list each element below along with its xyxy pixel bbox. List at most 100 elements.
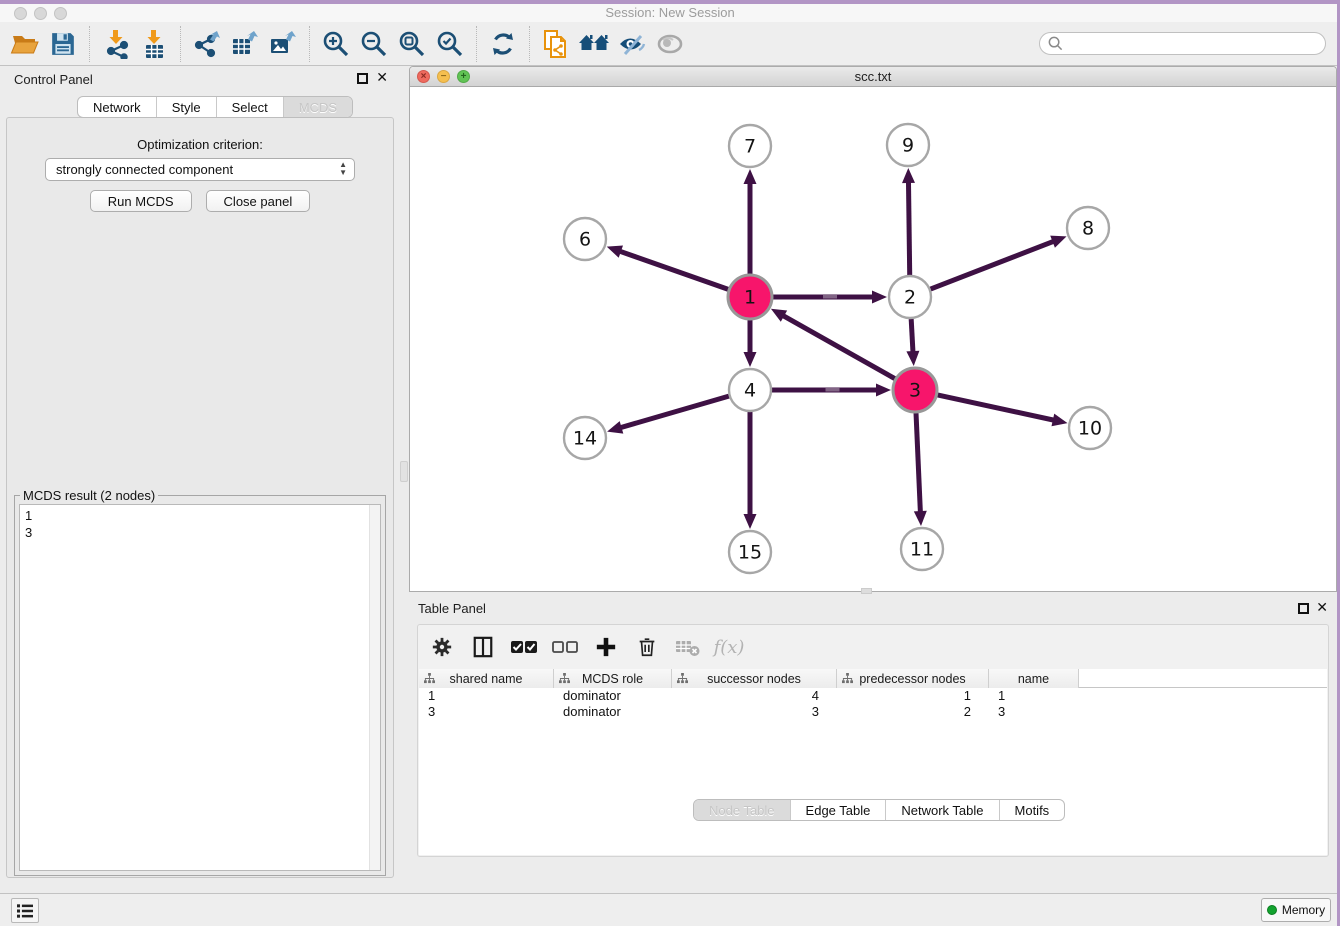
table-cell[interactable]: 1 xyxy=(837,688,989,704)
table-cell[interactable]: 2 xyxy=(837,704,989,720)
graph-edge-2-3[interactable] xyxy=(911,319,913,356)
function-builder-icon: f(x) xyxy=(715,633,743,661)
export-image-icon[interactable] xyxy=(264,25,302,63)
mcds-result-fieldset: MCDS result (2 nodes) 13 xyxy=(14,495,386,876)
close-panel-icon[interactable]: ✕ xyxy=(376,69,388,85)
graph-edge-3-11[interactable] xyxy=(916,413,921,516)
session-title: Session: New Session xyxy=(0,5,1340,20)
table-cell[interactable]: 1 xyxy=(989,688,1079,704)
graph-node-label: 8 xyxy=(1082,218,1094,240)
save-session-icon[interactable] xyxy=(44,25,82,63)
graph-node-label: 10 xyxy=(1078,418,1102,440)
criterion-value: strongly connected component xyxy=(56,162,233,177)
table-cell[interactable]: 4 xyxy=(672,688,837,704)
column-header-predecessor-nodes[interactable]: predecessor nodes xyxy=(837,669,989,688)
table-cell[interactable]: dominator xyxy=(554,704,672,720)
export-table-icon[interactable] xyxy=(226,25,264,63)
tab-select[interactable]: Select xyxy=(216,97,283,117)
graph-edge-3-1[interactable] xyxy=(780,314,895,379)
network-canvas[interactable]: 1234678910111415 xyxy=(410,87,1336,591)
float-table-panel-icon[interactable] xyxy=(1298,603,1309,614)
add-column-icon[interactable] xyxy=(592,633,620,661)
tab-network[interactable]: Network xyxy=(78,97,156,117)
criterion-select[interactable]: strongly connected component ▲▼ xyxy=(45,158,355,181)
tab-mcds[interactable]: MCDS xyxy=(283,97,352,117)
graph-edge-3-10[interactable] xyxy=(937,395,1057,421)
search-input[interactable] xyxy=(1064,35,1325,53)
zoom-fit-icon[interactable] xyxy=(393,25,431,63)
tab-style[interactable]: Style xyxy=(156,97,216,117)
hide-panel-icon[interactable] xyxy=(613,25,651,63)
table-cell[interactable]: dominator xyxy=(554,688,672,704)
columns-icon[interactable] xyxy=(469,633,497,661)
column-header-label: shared name xyxy=(450,672,523,686)
task-history-button[interactable] xyxy=(11,898,39,923)
graph-edge-4-14[interactable] xyxy=(617,396,729,429)
graph-node-label: 2 xyxy=(904,287,916,309)
duplicate-network-icon[interactable] xyxy=(537,25,575,63)
table-row[interactable]: 1dominator411 xyxy=(419,688,1327,704)
splitpane-handle-vertical[interactable] xyxy=(400,461,408,482)
table-toolbar: f(x) xyxy=(428,628,743,666)
flat-tree-icon[interactable] xyxy=(424,673,435,687)
column-header-shared-name[interactable]: shared name xyxy=(419,669,554,688)
graph-node-label: 4 xyxy=(744,380,756,402)
export-network-icon[interactable] xyxy=(188,25,226,63)
tab-network-table[interactable]: Network Table xyxy=(885,800,998,820)
search-field[interactable] xyxy=(1039,32,1326,55)
graph-edge-2-8[interactable] xyxy=(931,240,1058,289)
column-header-successor-nodes[interactable]: successor nodes xyxy=(672,669,837,688)
graph-edge-arrowhead xyxy=(744,352,757,367)
zoom-in-icon[interactable] xyxy=(317,25,355,63)
zoom-out-icon[interactable] xyxy=(355,25,393,63)
refresh-icon[interactable] xyxy=(484,25,522,63)
import-table-icon[interactable] xyxy=(135,25,173,63)
tab-motifs[interactable]: Motifs xyxy=(999,800,1065,820)
column-header-name[interactable]: name xyxy=(989,669,1079,688)
close-panel-button[interactable]: Close panel xyxy=(206,190,311,212)
close-table-panel-icon[interactable]: ✕ xyxy=(1316,599,1328,615)
network-window-title: scc.txt xyxy=(410,69,1336,84)
column-header-MCDS-role[interactable]: MCDS role xyxy=(554,669,672,688)
flat-tree-icon[interactable] xyxy=(842,673,853,687)
flat-tree-icon[interactable] xyxy=(559,673,570,687)
table-cell[interactable]: 3 xyxy=(419,704,554,720)
splitpane-handle-horizontal[interactable] xyxy=(861,588,872,594)
flat-tree-icon[interactable] xyxy=(677,673,688,687)
graph-edge-2-9[interactable] xyxy=(908,178,909,275)
deselect-all-icon[interactable] xyxy=(551,633,579,661)
mcds-result-text[interactable]: 13 xyxy=(19,504,381,871)
zoom-selected-icon[interactable] xyxy=(431,25,469,63)
memory-button[interactable]: Memory xyxy=(1261,898,1331,922)
gear-icon[interactable] xyxy=(428,633,456,661)
home-layout-icon[interactable] xyxy=(575,25,613,63)
toolbar-separator xyxy=(309,26,310,62)
open-file-icon[interactable] xyxy=(6,25,44,63)
select-all-icon[interactable] xyxy=(510,633,538,661)
graph-node-label: 7 xyxy=(744,136,756,158)
table-cell[interactable]: 1 xyxy=(419,688,554,704)
delete-icon[interactable] xyxy=(633,633,661,661)
memory-label: Memory xyxy=(1282,903,1325,917)
table-header-row: shared name MCDS rolesuccessor nodes prede… xyxy=(419,669,1327,688)
mcds-scrollbar[interactable] xyxy=(369,505,380,870)
graph-edge-arrowhead xyxy=(607,421,623,433)
table-cell[interactable]: 3 xyxy=(989,704,1079,720)
toolbar-separator xyxy=(180,26,181,62)
graph-edge-1-6[interactable] xyxy=(616,250,728,289)
graph-node-label: 14 xyxy=(573,428,597,450)
tab-edge-table[interactable]: Edge Table xyxy=(790,800,886,820)
os-titlebar: Session: New Session xyxy=(0,4,1340,22)
table-row[interactable]: 3dominator323 xyxy=(419,704,1327,720)
graph-node-label: 3 xyxy=(909,380,921,402)
network-window-titlebar[interactable]: × − + scc.txt xyxy=(410,67,1336,87)
run-mcds-button[interactable]: Run MCDS xyxy=(90,190,192,212)
graph-edge-label-mark xyxy=(826,388,840,392)
table-cell[interactable]: 3 xyxy=(672,704,837,720)
toolbar-separator xyxy=(89,26,90,62)
float-panel-icon[interactable] xyxy=(357,73,368,84)
import-network-icon[interactable] xyxy=(97,25,135,63)
network-graph[interactable]: 1234678910111415 xyxy=(410,87,1336,591)
tab-node-table[interactable]: Node Table xyxy=(694,800,790,820)
column-header-label: predecessor nodes xyxy=(859,672,965,686)
